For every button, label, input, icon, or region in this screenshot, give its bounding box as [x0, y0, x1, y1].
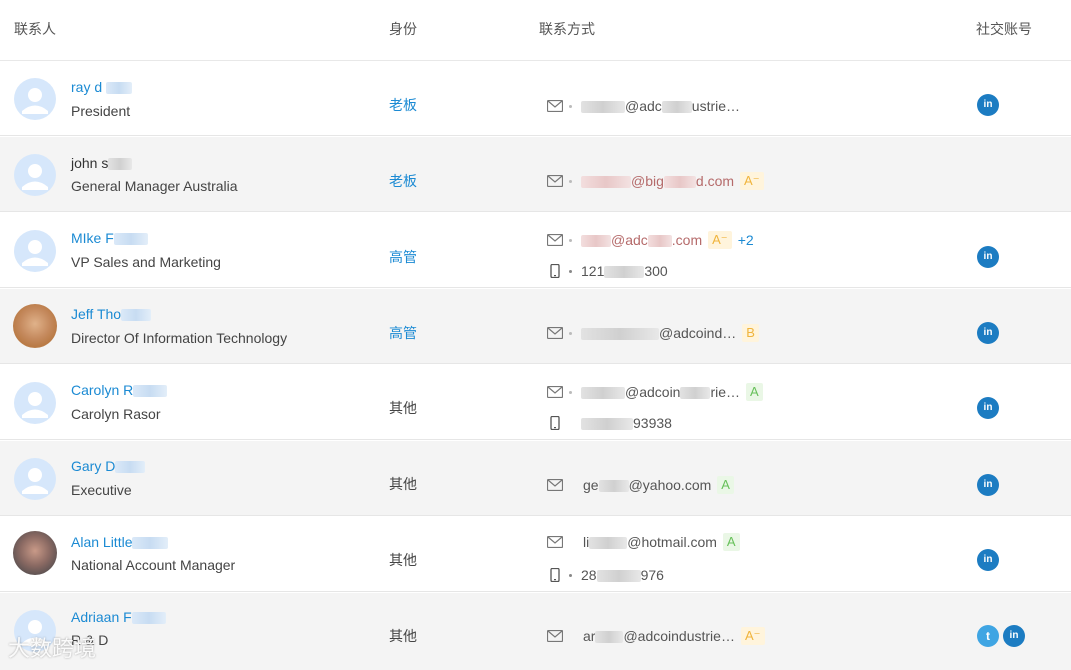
email-grade-badge: A [717, 476, 734, 494]
mail-icon [547, 630, 563, 642]
phone-number[interactable]: 121 300 [581, 262, 668, 280]
table-row: Gary D Executive 其他 ge @yahoo.com A in [0, 441, 1071, 516]
email-address[interactable]: @adcoind… B [581, 324, 759, 342]
table-row: Alan Little National Account Manager 其他 … [0, 517, 1071, 592]
avatar-placeholder-icon [14, 382, 56, 424]
role-tag[interactable]: 其他 [389, 399, 417, 417]
role-tag[interactable]: 其他 [389, 551, 417, 569]
contact-name-link[interactable]: Jeff Tho [71, 305, 152, 323]
email-grade-badge: A⁻ [708, 231, 732, 249]
table-row: ray d President 老板 @adc ustrie… in [0, 61, 1071, 136]
role-tag[interactable]: 其他 [389, 475, 417, 493]
email-address[interactable]: ge @yahoo.com A [583, 476, 734, 494]
table-row: Jeff Tho Director Of Information Technol… [0, 289, 1071, 364]
role-tag[interactable]: 其他 [389, 627, 417, 645]
email-address[interactable]: @adcoin rie… A [581, 383, 763, 401]
watermark-logo: 大数跨境 [8, 634, 96, 664]
mobile-phone-icon [550, 416, 560, 430]
email-address[interactable]: @adc .com A⁻ +2 [581, 231, 754, 249]
role-tag[interactable]: 老板 [389, 96, 417, 114]
contact-name-link[interactable]: Gary D [71, 457, 146, 475]
contact-name-link[interactable]: Carolyn R [71, 381, 168, 399]
linkedin-icon[interactable]: in [977, 94, 999, 116]
email-grade-badge: A [722, 533, 740, 551]
contact-name-link[interactable]: ray d [71, 78, 133, 96]
phone-number[interactable]: 28 976 [581, 566, 664, 584]
avatar-placeholder-icon [14, 154, 56, 196]
role-tag[interactable]: 高管 [389, 324, 417, 342]
linkedin-icon[interactable]: in [977, 322, 999, 344]
linkedin-icon[interactable]: in [977, 549, 999, 571]
role-tag[interactable]: 老板 [389, 172, 417, 190]
header-contact: 联系人 [14, 21, 56, 37]
header-role: 身份 [389, 21, 417, 37]
mobile-phone-icon [550, 264, 560, 278]
email-address[interactable]: ar @adcoindustrie… A⁻ [583, 627, 765, 645]
email-grade-badge: A [746, 383, 763, 401]
header-social-accounts: 社交账号 [976, 21, 1032, 37]
mail-icon [547, 327, 563, 339]
contact-title: Executive [71, 482, 132, 498]
table-row: Carolyn R Carolyn Rasor 其他 @adcoin rie… A … [0, 365, 1071, 440]
contact-title: Director Of Information Technology [71, 330, 288, 346]
linkedin-icon[interactable]: in [977, 397, 999, 419]
email-grade-badge: B [742, 324, 759, 342]
phone-number[interactable]: 93938 [581, 414, 672, 432]
avatar-placeholder-icon [14, 458, 56, 500]
email-address[interactable]: li @hotmail.com A [583, 533, 740, 551]
linkedin-icon[interactable]: in [977, 474, 999, 496]
contact-title: General Manager Australia [71, 178, 238, 194]
mail-icon [547, 234, 563, 246]
email-grade-badge: A⁻ [740, 627, 765, 645]
mail-icon [547, 386, 563, 398]
mail-icon [547, 479, 563, 491]
contact-name-link[interactable]: Adriaan F [71, 608, 166, 626]
table-row: MIke F VP Sales and Marketing 高管 @adc .co… [0, 213, 1071, 288]
email-address[interactable]: @adc ustrie… [581, 97, 740, 115]
mail-icon [547, 536, 563, 548]
watermark-text: 大数跨境 [8, 636, 97, 661]
contact-name[interactable]: john s [71, 154, 133, 172]
mail-icon [547, 175, 563, 187]
more-contacts-link[interactable]: +2 [738, 232, 754, 248]
table-row: john s General Manager Australia 老板 @big… [0, 137, 1071, 212]
contact-title: National Account Manager [71, 557, 236, 573]
contact-name-link[interactable]: MIke F [71, 229, 148, 247]
header-contact-method: 联系方式 [539, 21, 595, 37]
avatar-photo [13, 531, 57, 575]
mobile-phone-icon [550, 568, 560, 582]
linkedin-icon[interactable]: in [1003, 625, 1025, 647]
mail-icon [547, 100, 563, 112]
avatar-photo [13, 304, 57, 348]
contact-title: Carolyn Rasor [71, 406, 161, 422]
email-address[interactable]: @big d.com A⁻ [581, 172, 764, 190]
table-row: Adriaan F R & D 其他 ar @adcoindustrie… A⁻ t… [0, 593, 1071, 670]
contact-name-link[interactable]: Alan Little [71, 533, 169, 551]
role-tag[interactable]: 高管 [389, 248, 417, 266]
email-grade-badge: A⁻ [740, 172, 764, 190]
table-header: 联系人 身份 联系方式 社交账号 [0, 0, 1071, 61]
avatar-placeholder-icon [14, 78, 56, 120]
contact-title: VP Sales and Marketing [71, 254, 221, 270]
avatar-placeholder-icon [14, 230, 56, 272]
contact-title: President [71, 103, 131, 119]
linkedin-icon[interactable]: in [977, 246, 999, 268]
twitter-icon[interactable]: t [977, 625, 999, 647]
